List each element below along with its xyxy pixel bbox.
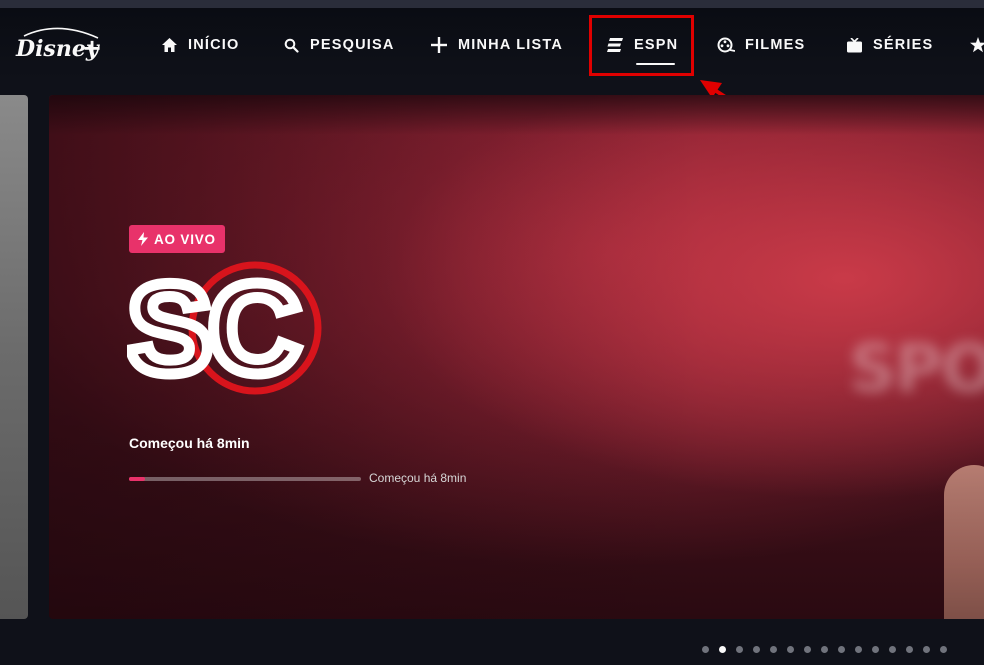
live-progress-fill: [129, 477, 146, 481]
carousel-dot[interactable]: [804, 646, 811, 653]
svg-text:SC: SC: [127, 260, 297, 395]
carousel-dot[interactable]: [838, 646, 845, 653]
carousel-dot[interactable]: [702, 646, 709, 653]
carousel-dot[interactable]: [719, 646, 726, 653]
star-icon: [969, 36, 984, 54]
lightning-icon: [138, 232, 148, 246]
home-icon: [160, 36, 178, 54]
carousel-dot[interactable]: [872, 646, 879, 653]
highlight-annotation-box: [589, 15, 694, 76]
nav-filmes[interactable]: FILMES: [717, 34, 805, 56]
nav-label: SÉRIES: [873, 37, 934, 53]
nav-pesquisa[interactable]: PESQUISA: [282, 34, 395, 56]
nav-inicio[interactable]: INÍCIO: [160, 34, 240, 56]
top-navigation-bar: Disney + INÍCIO PESQUISA MINHA LISTA ESP…: [0, 8, 984, 80]
nav-label: FILMES: [745, 37, 806, 53]
progress-label: Começou há 8min: [369, 471, 467, 485]
live-badge: AO VIVO: [129, 225, 225, 253]
carousel-dot[interactable]: [787, 646, 794, 653]
carousel-dot[interactable]: [889, 646, 896, 653]
carousel-dot[interactable]: [753, 646, 760, 653]
broadcast-status: Começou há 8min: [129, 435, 250, 451]
film-reel-icon: [717, 36, 735, 54]
window-top-strip: [0, 0, 984, 8]
previous-carousel-card[interactable]: [0, 95, 28, 619]
carousel-pagination: [702, 646, 947, 654]
nav-label: PESQUISA: [310, 37, 395, 53]
search-icon: [282, 36, 300, 54]
disney-plus-logo[interactable]: Disney +: [12, 18, 104, 68]
carousel-dot[interactable]: [906, 646, 913, 653]
nav-label: MINHA LISTA: [458, 37, 564, 53]
carousel-dot[interactable]: [736, 646, 743, 653]
nav-series[interactable]: SÉRIES: [845, 34, 933, 56]
plus-icon: [430, 36, 448, 54]
carousel-dot[interactable]: [940, 646, 947, 653]
carousel-dot[interactable]: [770, 646, 777, 653]
svg-text:+: +: [82, 34, 102, 62]
carousel-dot[interactable]: [923, 646, 930, 653]
background-blurred-logo: SPO: [849, 330, 984, 407]
carousel-dot[interactable]: [855, 646, 862, 653]
tv-icon: [845, 36, 863, 54]
live-progress-bar: [129, 477, 361, 481]
hero-banner[interactable]: SPO AO VIVO SC Começou há 8min Começou h…: [49, 95, 984, 619]
nav-minha-lista[interactable]: MINHA LISTA: [430, 34, 563, 56]
nav-label: INÍCIO: [188, 37, 240, 53]
background-person: [944, 465, 984, 619]
nav-originais[interactable]: [969, 34, 984, 56]
sportscenter-logo: SC: [127, 260, 322, 395]
hero-top-shadow: [49, 95, 984, 135]
live-badge-label: AO VIVO: [154, 231, 216, 247]
carousel-dot[interactable]: [821, 646, 828, 653]
